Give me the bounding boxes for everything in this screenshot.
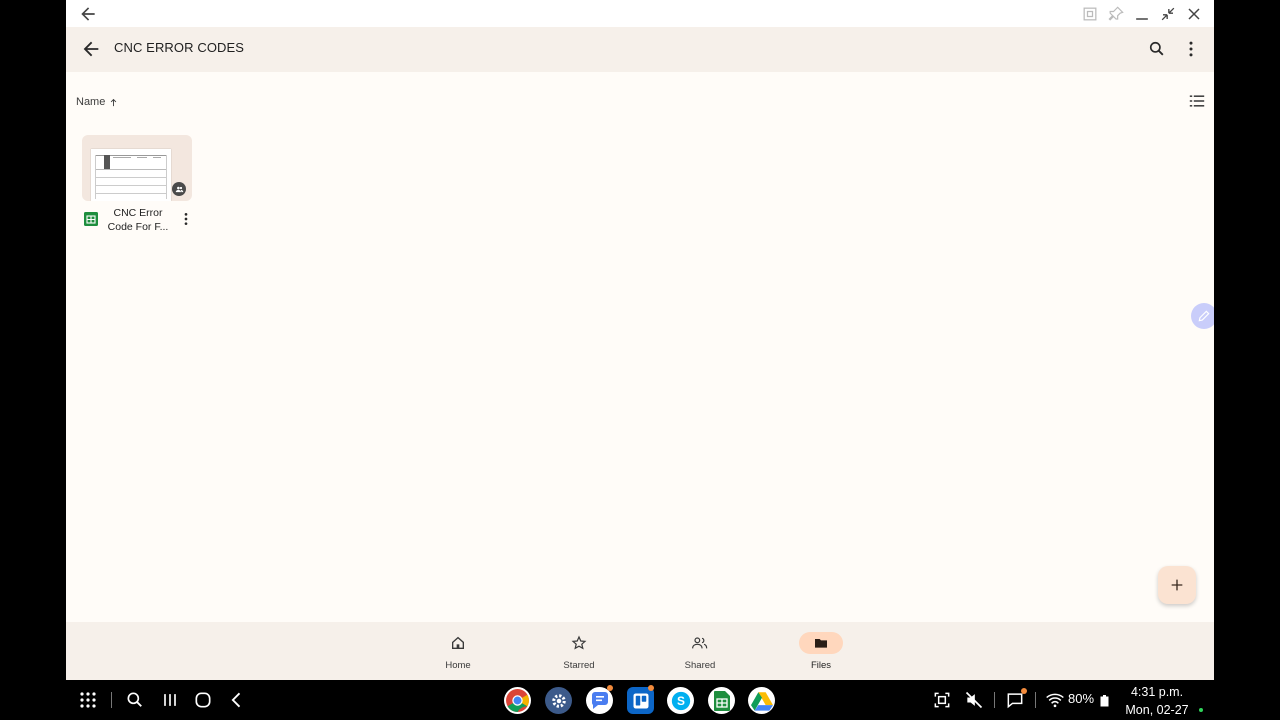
tray-divider [994,692,995,708]
back-button-icon[interactable] [227,690,247,710]
chrome-app-icon[interactable] [504,687,531,714]
arrow-up-icon [111,98,117,106]
app-bar: CNC ERROR CODES [66,27,1214,72]
plus-icon [1171,579,1183,591]
nav-starred-label: Starred [563,660,595,671]
home-icon [452,636,464,649]
sheets-app-icon[interactable] [708,687,735,714]
screenshot-icon[interactable] [932,690,952,710]
window-back-icon[interactable] [78,4,98,24]
new-button[interactable] [1158,566,1196,604]
pin-icon[interactable] [1106,4,1126,24]
settings-app-icon[interactable] [545,687,572,714]
bottom-navigation: Home Starred Shared Files [66,622,1214,680]
minimize-icon[interactable] [1132,4,1152,24]
home-button-icon[interactable] [193,690,213,710]
file-name[interactable]: CNC Error Code For F... [106,206,170,234]
back-arrow-icon[interactable] [80,38,102,60]
time-text: 4:31 p.m. [1130,685,1184,699]
google-sheets-icon [84,212,98,226]
nav-home[interactable]: Home [428,630,488,676]
system-taskbar: S 80% 4:31 p.m. Mon, 02-27 [0,680,1280,720]
taskbar-search-icon[interactable] [125,690,145,710]
trello-app-icon[interactable] [627,687,654,714]
messages-notification-dot [607,685,613,691]
window-chrome [66,0,1214,28]
shared-badge-icon [172,182,186,196]
svg-text:S: S [677,694,685,708]
date-text: Mon, 02-27 [1125,703,1189,717]
file-more-icon[interactable] [178,211,194,227]
clock[interactable]: 4:31 p.m. Mon, 02-27 [1124,683,1190,719]
nav-home-label: Home [445,660,471,671]
nav-files[interactable]: Files [791,630,851,676]
nav-shared-label: Shared [684,660,716,671]
status-dot [1199,708,1203,712]
apps-grid-icon[interactable] [78,690,98,710]
messages-app-icon[interactable] [586,687,613,714]
search-icon[interactable] [1147,39,1167,59]
file-card[interactable]: CNC Error Code For F... [82,135,194,237]
sort-label: Name [76,96,106,108]
restore-icon[interactable] [1158,4,1178,24]
people-icon [692,637,708,649]
drive-app-icon[interactable] [748,687,775,714]
nav-shared[interactable]: Shared [670,630,730,676]
spreadsheet-preview-icon [95,155,167,199]
list-view-icon[interactable] [1187,93,1207,109]
tray-divider-2 [1035,692,1036,708]
notification-dot [1021,688,1027,694]
skype-app-icon[interactable]: S [667,687,694,714]
taskbar-divider [111,692,112,708]
trello-notification-dot [648,685,654,691]
more-vert-icon[interactable] [1181,39,1201,59]
battery-icon [1100,695,1109,707]
thumbnail-preview [91,149,171,201]
battery-percentage: 80% [1068,691,1095,706]
nav-files-label: Files [810,660,832,671]
close-icon[interactable] [1184,4,1204,24]
folder-icon [815,639,827,648]
folder-title: CNC ERROR CODES [114,40,245,55]
nav-starred[interactable]: Starred [549,630,609,676]
split-window-icon[interactable] [1080,4,1100,24]
wifi-icon [1046,693,1064,708]
drive-window: CNC ERROR CODES Name CNC Error Code For … [66,0,1214,680]
edge-panel-pencil-icon[interactable] [1191,303,1214,329]
mute-icon[interactable] [964,690,984,710]
file-thumbnail[interactable] [82,135,192,201]
star-icon [571,635,587,650]
recent-apps-icon[interactable] [160,690,180,710]
sort-control[interactable]: Name [76,94,119,110]
